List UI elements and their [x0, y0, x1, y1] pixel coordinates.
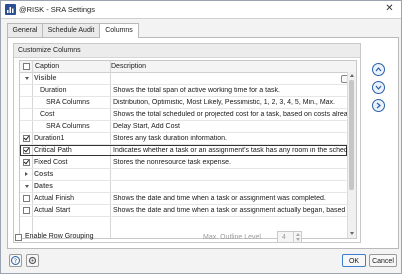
table-row[interactable]: Duration Shows the total span of active … [20, 85, 347, 97]
grid-header: Caption Description [20, 61, 356, 73]
row-checkbox[interactable] [23, 147, 30, 154]
row-caption: Costs [34, 171, 54, 178]
help-button[interactable]: ? [9, 254, 22, 267]
columns-grid: Caption Description Visible Duration Sho… [19, 60, 357, 239]
category-row-dates[interactable]: Dates [20, 181, 347, 193]
settings-button[interactable] [26, 254, 39, 267]
table-row[interactable]: SRA Columns Delay Start, Add Cost [20, 121, 347, 133]
cancel-button[interactable]: Cancel [369, 254, 397, 267]
app-icon [5, 4, 16, 15]
group-header: Customize Columns [14, 44, 360, 58]
title-bar: @RISK - SRA Settings ✕ [1, 1, 401, 19]
table-row[interactable]: SRA Columns Distribution, Optimistic, Mo… [20, 97, 347, 109]
table-row[interactable]: Duration1 Stores any task duration infor… [20, 133, 347, 145]
scroll-up-icon[interactable] [350, 74, 354, 77]
row-checkbox[interactable] [23, 195, 30, 202]
vertical-scrollbar[interactable] [347, 72, 356, 238]
row-description: Indicates whether a task or an assignmen… [113, 147, 347, 154]
row-description: Stores any task duration information. [113, 135, 228, 142]
dialog-footer [1, 247, 401, 273]
ok-button[interactable]: OK [342, 254, 366, 267]
tab-general[interactable]: General [7, 23, 43, 37]
category-row-visible[interactable]: Visible [20, 73, 347, 85]
collapse-arrow-icon[interactable] [25, 185, 29, 188]
row-checkbox[interactable] [23, 135, 30, 142]
table-row[interactable]: Cost Shows the total scheduled or projec… [20, 109, 347, 121]
column-header-caption[interactable]: Caption [35, 63, 59, 70]
outline-level-value: 4 [282, 234, 286, 241]
svg-text:?: ? [14, 258, 17, 265]
row-caption: Visible [34, 75, 57, 82]
settings-dialog: @RISK - SRA Settings ✕ General Schedule … [0, 0, 402, 274]
column-header-description[interactable]: Description [111, 63, 146, 70]
row-caption: Fixed Cost [34, 159, 68, 166]
spin-up-icon[interactable] [296, 233, 300, 236]
expand-arrow-icon[interactable] [25, 172, 28, 176]
table-row[interactable]: Actual Finish Shows the date and time wh… [20, 193, 347, 205]
row-description: Shows the total scheduled or projected c… [113, 111, 347, 118]
row-description: Shows the date and time when a task or a… [113, 207, 347, 214]
tab-columns[interactable]: Columns [99, 23, 139, 38]
move-up-button[interactable] [372, 63, 385, 76]
window-title: @RISK - SRA Settings [19, 5, 95, 14]
row-caption: SRA Columns [46, 123, 90, 130]
table-row-selected[interactable]: Critical Path Indicates whether a task o… [20, 145, 347, 156]
table-row[interactable]: Fixed Cost Stores the nonresource task e… [20, 157, 347, 169]
customize-columns-group: Customize Columns Caption Description Vi… [13, 43, 361, 243]
row-grouping-checkbox[interactable] [15, 234, 22, 241]
row-caption: Actual Finish [34, 195, 75, 202]
row-checkbox[interactable] [23, 207, 30, 214]
row-description: Delay Start, Add Cost [113, 123, 180, 130]
spinner[interactable] [293, 232, 303, 242]
scrollbar-thumb[interactable] [349, 80, 354, 190]
row-description: Shows the total span of active working t… [113, 87, 280, 94]
row-description: Shows the date and time when a task or a… [113, 195, 326, 202]
tab-schedule-audit[interactable]: Schedule Audit [42, 23, 100, 37]
row-caption: Critical Path [34, 147, 72, 154]
row-description: Distribution, Optimistic, Most Likely, P… [113, 99, 335, 106]
row-caption: Dates [34, 183, 54, 190]
table-row[interactable]: Actual Start Shows the date and time whe… [20, 205, 347, 217]
select-all-checkbox[interactable] [23, 63, 30, 70]
row-caption: SRA Columns [46, 99, 90, 106]
help-icon: ? [11, 256, 20, 265]
columns-panel: Customize Columns Caption Description Vi… [7, 37, 399, 249]
outline-level-stepper[interactable]: 4 [277, 231, 302, 243]
outline-level-label: Max. Outline Level [203, 234, 261, 241]
row-caption: Cost [40, 111, 55, 118]
scroll-down-icon[interactable] [350, 232, 354, 235]
row-caption: Actual Start [34, 207, 71, 214]
expand-button[interactable] [372, 99, 385, 112]
spin-down-icon[interactable] [296, 238, 300, 241]
row-checkbox[interactable] [23, 159, 30, 166]
move-down-button[interactable] [372, 81, 385, 94]
group-title: Customize Columns [18, 47, 81, 54]
category-row-costs[interactable]: Costs [20, 169, 347, 181]
gear-icon [28, 256, 37, 265]
row-caption: Duration1 [34, 135, 65, 142]
close-icon[interactable]: ✕ [383, 3, 396, 15]
row-description: Stores the nonresource task expense. [113, 159, 231, 166]
row-grouping-label: Enable Row Grouping [25, 233, 94, 240]
collapse-arrow-icon[interactable] [25, 77, 29, 80]
row-caption: Duration [40, 87, 67, 94]
